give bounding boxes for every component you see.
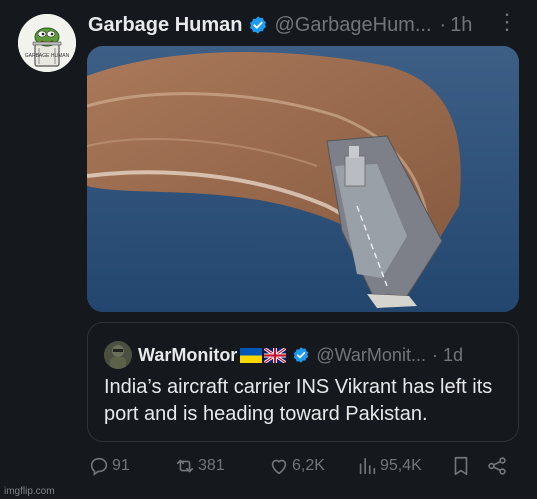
post-time[interactable]: 1h (450, 14, 472, 37)
flags (240, 347, 287, 363)
heart-icon (271, 459, 287, 475)
quoted-author-avatar[interactable] (104, 341, 132, 369)
repost-count: 381 (198, 457, 225, 474)
views-button[interactable]: 95,4K (356, 455, 422, 477)
views-count: 95,4K (380, 457, 422, 474)
post-header: Garbage Human @GarbageHum... · 1h (88, 10, 472, 40)
separator-dot: · (439, 13, 447, 36)
bookmark-button[interactable] (450, 455, 472, 477)
quoted-time-value[interactable]: 1d (443, 345, 463, 365)
share-button[interactable] (486, 455, 508, 477)
share-icon (488, 457, 506, 475)
reply-button[interactable]: 91 (88, 455, 130, 477)
avatar-label: GARBAGE HUMAN (25, 53, 70, 59)
author-handle[interactable]: @GarbageHum... (274, 14, 431, 37)
bookmark-icon (454, 456, 468, 476)
quoted-post-text: India’s aircraft carrier INS Vikrant has… (104, 376, 493, 425)
repost-icon (176, 459, 194, 473)
post-image[interactable] (87, 46, 519, 312)
like-button[interactable]: 6,2K (268, 455, 325, 477)
like-count: 6,2K (292, 457, 325, 474)
action-bar: 91 381 6,2K 95,4K (88, 455, 518, 479)
repost-button[interactable]: 381 (174, 455, 225, 477)
quoted-author-name[interactable]: WarMonitor (138, 345, 237, 366)
quoted-post[interactable]: WarMonitor @WarMonit... · 1d India’s air… (87, 322, 519, 442)
verified-badge-icon (294, 347, 309, 363)
reply-icon (90, 457, 108, 476)
watermark: imgflip.com (4, 486, 55, 497)
views-chart-icon (359, 457, 376, 475)
quoted-post-header: WarMonitor @WarMonit... · 1d (138, 341, 463, 369)
separator-dot: · (431, 344, 438, 365)
uk-flag-icon (264, 347, 287, 363)
aircraft-carrier-photo-icon (87, 46, 519, 312)
quoted-post-time: · 1d (432, 345, 463, 366)
author-avatar[interactable]: GARBAGE HUMAN (18, 14, 76, 72)
more-icon[interactable]: ⋮ (496, 11, 519, 33)
ukraine-flag-icon (240, 347, 263, 363)
reply-count: 91 (112, 457, 130, 474)
verified-badge-icon (250, 16, 267, 34)
author-name[interactable]: Garbage Human (88, 14, 242, 37)
quoted-author-handle[interactable]: @WarMonit... (316, 345, 426, 366)
tweet-card: GARBAGE HUMAN Garbage Human @GarbageHum.… (0, 0, 537, 499)
